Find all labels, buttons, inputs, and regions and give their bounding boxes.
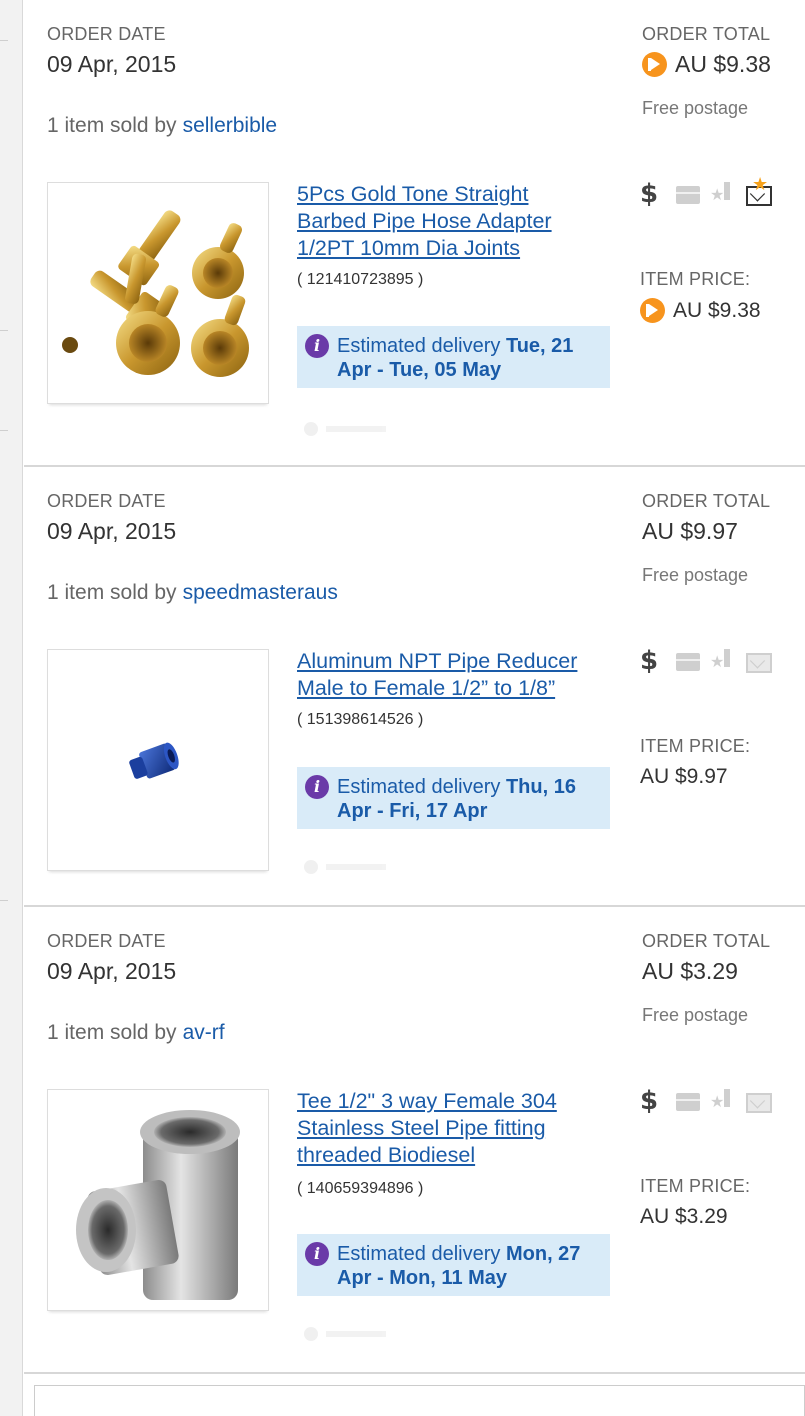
order-date-label: ORDER DATE	[47, 24, 166, 44]
sold-by: 1 item sold by speedmasteraus	[47, 581, 338, 605]
pipe-reducer-image	[129, 742, 179, 779]
info-icon: i	[305, 334, 329, 358]
item-price-label: ITEM PRICE:	[640, 1176, 751, 1196]
item-price-value: AU $9.97	[640, 765, 728, 788]
item-image[interactable]	[47, 649, 269, 871]
item-price: AU $9.38	[640, 298, 761, 323]
mail-star-icon: ★	[746, 176, 772, 206]
star-feedback-icon: ★	[710, 1089, 736, 1113]
item-title-link[interactable]: Aluminum NPT Pipe Reducer Male to Female…	[297, 648, 597, 702]
dollar-icon: $	[640, 646, 659, 676]
paypal-icon	[642, 52, 667, 77]
item-title-link[interactable]: Tee 1/2" 3 way Female 304 Stainless Stee…	[297, 1088, 597, 1169]
status-icons: $ ★	[640, 1087, 780, 1117]
steel-tee-image	[76, 1110, 240, 1300]
postage-text: Free postage	[642, 1005, 749, 1025]
item-price: AU $9.97	[640, 765, 728, 789]
faded-action	[304, 860, 394, 874]
faded-action	[304, 1327, 394, 1341]
item-image[interactable]	[47, 1089, 269, 1311]
rail-mark	[0, 430, 8, 431]
rail-mark	[0, 900, 8, 901]
info-icon: i	[305, 775, 329, 799]
star-feedback-icon: ★	[710, 649, 736, 673]
estimated-delivery: i Estimated delivery Mon, 27 Apr - Mon, …	[297, 1234, 610, 1296]
mail-icon	[746, 653, 772, 673]
estimated-delivery: i Estimated delivery Thu, 16 Apr - Fri, …	[297, 767, 610, 829]
item-id: ( 151398614526 )	[297, 711, 424, 728]
postage-text: Free postage	[642, 98, 749, 118]
item-price-label: ITEM PRICE:	[640, 736, 751, 756]
item-id: ( 140659394896 )	[297, 1180, 424, 1197]
order-date: 09 Apr, 2015	[47, 51, 177, 77]
sold-by-prefix: 1 item sold by	[47, 581, 177, 604]
item-id: ( 121410723895 )	[297, 271, 424, 288]
info-icon: i	[305, 1242, 329, 1266]
sold-by: 1 item sold by sellerbible	[47, 114, 277, 138]
seller-link[interactable]: speedmasteraus	[183, 581, 338, 604]
dollar-icon: $	[640, 1086, 659, 1116]
postage-text: Free postage	[642, 565, 749, 585]
delivery-prefix: Estimated delivery	[337, 776, 501, 798]
item-price-value: AU $3.29	[640, 1205, 728, 1228]
order-list: ORDER DATE 09 Apr, 2015 1 item sold by se…	[24, 0, 805, 1416]
order-total: AU $9.38	[642, 51, 771, 78]
rail-mark	[0, 40, 8, 41]
order-date: 09 Apr, 2015	[47, 958, 177, 984]
item-image[interactable]	[47, 182, 269, 404]
item-price-label: ITEM PRICE:	[640, 269, 751, 289]
item-title-link[interactable]: 5Pcs Gold Tone Straight Barbed Pipe Hose…	[297, 181, 597, 262]
left-rail	[0, 0, 23, 1416]
next-order-card	[34, 1385, 805, 1416]
estimated-delivery: i Estimated delivery Tue, 21 Apr - Tue, …	[297, 326, 610, 388]
order-total-value: AU $3.29	[642, 958, 738, 984]
status-icons: $ ★ ★	[640, 176, 780, 210]
mail-icon	[746, 1093, 772, 1113]
order-card: ORDER DATE 09 Apr, 2015 1 item sold by av…	[24, 907, 805, 1374]
star-feedback-icon: ★	[710, 182, 736, 206]
paypal-icon	[640, 298, 665, 323]
brass-adapters-image	[62, 210, 249, 377]
sold-by: 1 item sold by av-rf	[47, 1021, 225, 1045]
order-total-value: AU $9.97	[642, 518, 738, 544]
status-icons: $ ★	[640, 647, 780, 677]
order-card: ORDER DATE 09 Apr, 2015 1 item sold by sp…	[24, 467, 805, 907]
item-price-value: AU $9.38	[673, 298, 761, 322]
faded-action	[304, 422, 394, 436]
package-icon	[676, 1093, 700, 1111]
order-date: 09 Apr, 2015	[47, 518, 177, 544]
dollar-icon: $	[640, 179, 659, 209]
order-card: ORDER DATE 09 Apr, 2015 1 item sold by se…	[24, 0, 805, 467]
order-total-label: ORDER TOTAL	[642, 24, 771, 44]
order-total: AU $9.97	[642, 518, 738, 545]
order-total-value: AU $9.38	[675, 51, 771, 77]
order-total-label: ORDER TOTAL	[642, 931, 771, 951]
package-icon	[676, 186, 700, 204]
delivery-prefix: Estimated delivery	[337, 1243, 501, 1265]
order-date-label: ORDER DATE	[47, 931, 166, 951]
sold-by-prefix: 1 item sold by	[47, 1021, 177, 1044]
seller-link[interactable]: sellerbible	[183, 114, 278, 137]
order-total: AU $3.29	[642, 958, 738, 985]
package-icon	[676, 653, 700, 671]
sold-by-prefix: 1 item sold by	[47, 114, 177, 137]
rail-mark	[0, 330, 8, 331]
seller-link[interactable]: av-rf	[183, 1021, 225, 1044]
order-date-label: ORDER DATE	[47, 491, 166, 511]
item-price: AU $3.29	[640, 1205, 728, 1229]
order-total-label: ORDER TOTAL	[642, 491, 771, 511]
delivery-prefix: Estimated delivery	[337, 335, 501, 357]
